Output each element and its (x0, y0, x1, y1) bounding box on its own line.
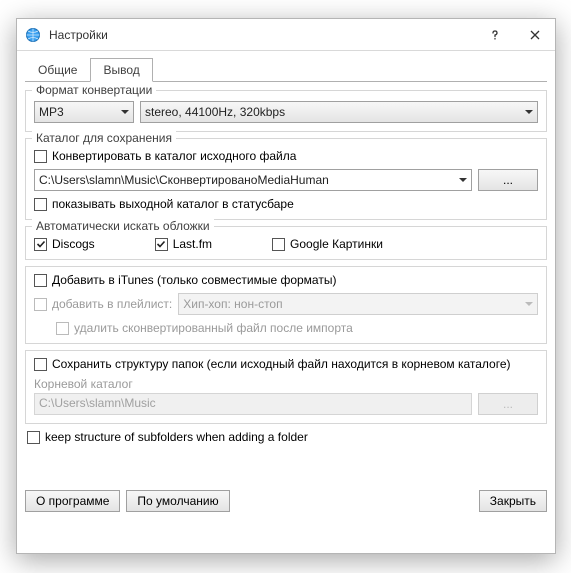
output-path-input[interactable]: C:\Users\slamn\Music\СконвертированоMedi… (34, 169, 472, 191)
quality-select-value: stereo, 44100Hz, 320kbps (145, 105, 285, 119)
checkbox-add-itunes[interactable]: Добавить в iTunes (только совместимые фо… (34, 273, 538, 287)
checkbox-label: Last.fm (173, 237, 212, 251)
titlebar: Настройки (17, 19, 555, 51)
group-folders: Сохранить структуру папок (если исходный… (25, 350, 547, 424)
browse-label: ... (503, 397, 513, 411)
group-output-dir-title: Каталог для сохранения (32, 131, 176, 145)
close-window-button[interactable] (515, 19, 555, 51)
output-path-value: C:\Users\slamn\Music\СконвертированоMedi… (39, 173, 329, 187)
checkbox-label: Discogs (52, 237, 95, 251)
chevron-down-icon (525, 110, 533, 114)
root-path-input: C:\Users\slamn\Music (34, 393, 472, 415)
playlist-value: Хип-хоп: нон-стоп (183, 297, 282, 311)
checkbox-label: удалить сконвертированный файл после имп… (74, 321, 353, 335)
checkbox-delete-after-import: удалить сконвертированный файл после имп… (56, 321, 538, 335)
root-path-value: C:\Users\slamn\Music (39, 396, 156, 410)
checkbox-icon (34, 298, 47, 311)
tab-general[interactable]: Общие (25, 58, 90, 82)
checkbox-label: Сохранить структуру папок (если исходный… (52, 357, 511, 371)
checkbox-icon (34, 238, 47, 251)
checkbox-icon (34, 198, 47, 211)
app-icon (25, 27, 41, 43)
checkbox-add-playlist: добавить в плейлист: (34, 297, 172, 311)
checkbox-icon (34, 274, 47, 287)
quality-select[interactable]: stereo, 44100Hz, 320kbps (140, 101, 538, 123)
group-format-title: Формат конвертации (32, 83, 156, 97)
browse-output-button[interactable]: ... (478, 169, 538, 191)
checkbox-show-statusbar[interactable]: показывать выходной каталог в статусбаре (34, 197, 538, 211)
playlist-select: Хип-хоп: нон-стоп (178, 293, 538, 315)
group-output-dir: Каталог для сохранения Конвертировать в … (25, 138, 547, 220)
checkbox-icon (27, 431, 40, 444)
checkbox-google-images[interactable]: Google Картинки (272, 237, 383, 251)
window-title: Настройки (49, 28, 108, 42)
group-format: Формат конвертации MP3 stereo, 44100Hz, … (25, 90, 547, 132)
checkbox-icon (56, 322, 69, 335)
checkbox-convert-to-source[interactable]: Конвертировать в каталог исходного файла (34, 149, 538, 163)
group-covers-title: Автоматически искать обложки (32, 219, 214, 233)
group-itunes: Добавить в iTunes (только совместимые фо… (25, 266, 547, 344)
chevron-down-icon (121, 110, 129, 114)
browse-label: ... (503, 173, 513, 187)
checkbox-icon (34, 358, 47, 371)
format-select-value: MP3 (39, 105, 64, 119)
checkbox-icon (272, 238, 285, 251)
group-covers: Автоматически искать обложки Discogs Las… (25, 226, 547, 260)
chevron-down-icon (459, 178, 467, 182)
help-button[interactable] (475, 19, 515, 51)
tab-output[interactable]: Вывод (90, 58, 152, 82)
about-button[interactable]: О программе (25, 490, 120, 512)
checkbox-icon (34, 150, 47, 163)
checkbox-lastfm[interactable]: Last.fm (155, 237, 212, 251)
checkbox-discogs[interactable]: Discogs (34, 237, 95, 251)
checkbox-label: keep structure of subfolders when adding… (45, 430, 308, 444)
format-select[interactable]: MP3 (34, 101, 134, 123)
checkbox-label: показывать выходной каталог в статусбаре (52, 197, 294, 211)
checkbox-label: Google Картинки (290, 237, 383, 251)
checkbox-icon (155, 238, 168, 251)
close-button[interactable]: Закрыть (479, 490, 547, 512)
defaults-button[interactable]: По умолчанию (126, 490, 229, 512)
browse-root-button: ... (478, 393, 538, 415)
tabs: Общие Вывод (25, 57, 547, 82)
checkbox-label: Добавить в iTunes (только совместимые фо… (52, 273, 336, 287)
checkbox-label: добавить в плейлист: (52, 297, 172, 311)
checkbox-keep-subfolders[interactable]: keep structure of subfolders when adding… (27, 430, 547, 444)
footer: О программе По умолчанию Закрыть (17, 486, 555, 520)
root-folder-label: Корневой каталог (34, 377, 538, 391)
checkbox-label: Конвертировать в каталог исходного файла (52, 149, 296, 163)
checkbox-keep-structure[interactable]: Сохранить структуру папок (если исходный… (34, 357, 538, 371)
chevron-down-icon (525, 302, 533, 306)
